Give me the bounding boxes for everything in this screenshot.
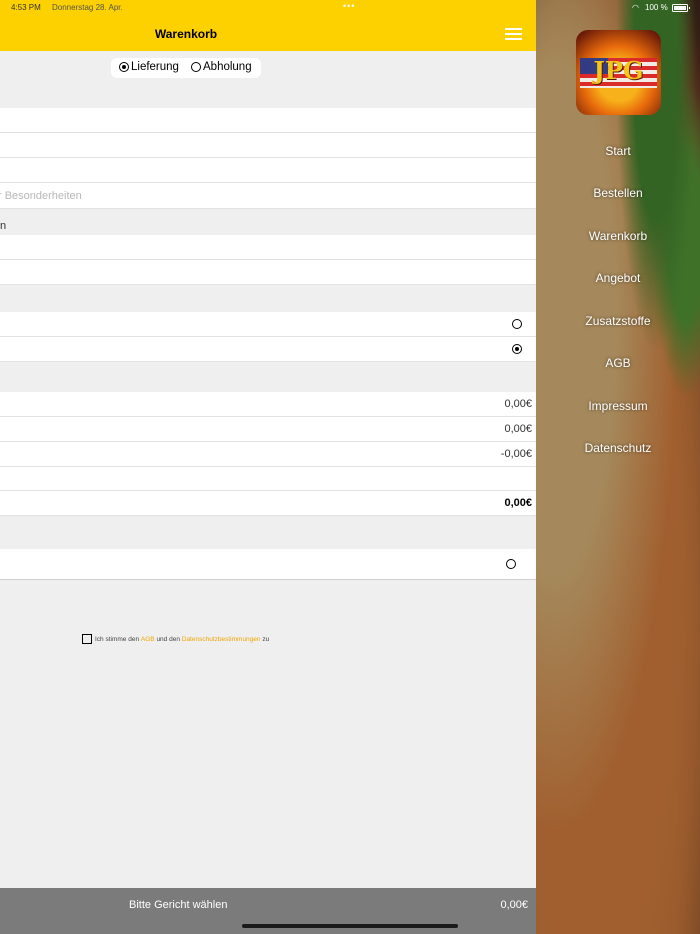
privacy-link[interactable]: Datenschutzbestimmungen xyxy=(182,636,261,643)
total-row: 0,00€ xyxy=(0,491,536,516)
spacer-row xyxy=(0,467,536,491)
terms-prefix: Ich stimme den xyxy=(95,635,140,643)
option-lieferung[interactable]: Lieferung xyxy=(119,61,179,73)
status-bar: 4:53 PM Donnerstag 28. Apr. ••• ◠ 100 % xyxy=(0,0,700,16)
fee-row: 0,00€ xyxy=(0,417,536,442)
terms-suffix: zu xyxy=(262,635,270,643)
discount-row: -0,00€ xyxy=(0,442,536,467)
radio-empty-icon[interactable] xyxy=(506,559,516,569)
restaurant-logo: JPG xyxy=(576,30,661,115)
option-row-2[interactable] xyxy=(0,337,536,362)
battery-icon xyxy=(672,4,690,12)
order-button-label: Bitte Gericht wählen xyxy=(129,899,228,911)
menu-item-zusatzstoffe[interactable]: Zusatzstoffe xyxy=(536,314,700,328)
hamburger-menu-icon[interactable] xyxy=(505,28,522,40)
menu-item-start[interactable]: Start xyxy=(536,144,700,158)
notes-placeholder: r Besonderheiten xyxy=(0,190,82,202)
radio-empty-icon[interactable] xyxy=(512,319,522,329)
side-menu: JPG Start Bestellen Warenkorb Angebot Zu… xyxy=(536,0,700,934)
option-row-1[interactable] xyxy=(0,312,536,337)
address-field-2[interactable] xyxy=(0,133,536,158)
menu-item-bestellen[interactable]: Bestellen xyxy=(536,186,700,200)
order-total: 0,00€ xyxy=(500,899,528,911)
option-abholung-label: Abholung xyxy=(203,61,252,73)
option-abholung[interactable]: Abholung xyxy=(191,61,252,73)
cart-screen: Warenkorb Lieferung Abholung r Besonderh… xyxy=(0,0,536,934)
status-time: 4:53 PM xyxy=(11,3,41,12)
radio-selected-icon xyxy=(119,62,129,72)
contact-field-2[interactable] xyxy=(0,260,536,285)
fee-value: 0,00€ xyxy=(504,423,532,435)
terms-checkbox[interactable] xyxy=(82,634,92,644)
menu-item-impressum[interactable]: Impressum xyxy=(536,399,700,413)
logo-lettering: JPG xyxy=(593,56,644,85)
option-lieferung-label: Lieferung xyxy=(131,61,179,73)
status-date: Donnerstag 28. Apr. xyxy=(52,3,123,12)
menu-item-warenkorb[interactable]: Warenkorb xyxy=(536,229,700,243)
menu-item-agb[interactable]: AGB xyxy=(536,356,700,370)
subtotal-row: 0,00€ xyxy=(0,392,536,417)
radio-selected-icon[interactable] xyxy=(512,344,522,354)
menu-item-angebot[interactable]: Angebot xyxy=(536,271,700,285)
page-title: Warenkorb xyxy=(154,27,218,41)
terms-agreement: Ich stimme den AGB und den Datenschutzbe… xyxy=(82,634,269,644)
address-field-1[interactable] xyxy=(0,108,536,133)
total-value: 0,00€ xyxy=(504,497,532,509)
subtotal-value: 0,00€ xyxy=(504,398,532,410)
notes-field[interactable]: r Besonderheiten xyxy=(0,183,536,209)
battery-percent: 100 % xyxy=(645,3,668,12)
terms-middle: und den xyxy=(156,635,180,643)
address-field-3[interactable] xyxy=(0,158,536,183)
contact-field-1[interactable] xyxy=(0,235,536,260)
radio-empty-icon xyxy=(191,62,201,72)
agb-link[interactable]: AGB xyxy=(141,636,155,643)
multitasking-dots-icon[interactable]: ••• xyxy=(343,1,355,11)
delivery-mode-selector: Lieferung Abholung xyxy=(111,58,261,78)
section-label: n xyxy=(0,220,7,232)
payment-row[interactable] xyxy=(0,549,536,580)
home-indicator[interactable] xyxy=(242,924,458,928)
discount-value: -0,00€ xyxy=(500,448,532,460)
wifi-icon: ◠ xyxy=(632,3,639,12)
menu-item-datenschutz[interactable]: Datenschutz xyxy=(536,441,700,455)
